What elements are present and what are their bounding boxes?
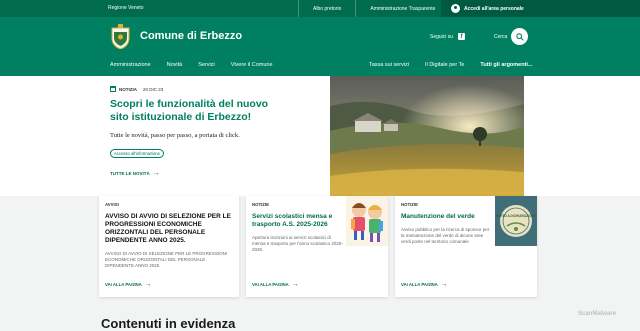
card-category: NOTIZIE (252, 202, 269, 207)
news-cards: AVVISI AVVISO DI AVVIO DI SELEZIONE PER … (0, 196, 640, 306)
featured-section-title: Contenuti in evidenza (101, 316, 236, 331)
hero-news: NOTIZIA 20 DIC 23 Scopri le funzionalità… (0, 76, 640, 196)
login-button[interactable]: Accedi all'area personale (441, 0, 640, 17)
card-link-label: VAI ALLA PAGINA (401, 282, 438, 287)
nav-servizi[interactable]: Servizi (198, 62, 215, 68)
card-category: AVVISI (105, 202, 119, 207)
facebook-icon[interactable]: f (458, 33, 466, 40)
news-tag: NOTIZIA (119, 86, 137, 92)
green-maintenance-badge-image: INVITO A DICHIARAZIONE (495, 196, 537, 246)
arrow-right-icon: → (144, 280, 152, 288)
news-card[interactable]: AVVISI AVVISO DI AVVIO DI SELEZIONE PER … (99, 196, 239, 297)
user-icon (451, 4, 460, 13)
calendar-icon (110, 86, 116, 92)
all-news-link[interactable]: TUTTE LE NOVITÀ → (110, 169, 160, 177)
nav-amministrazione[interactable]: Amministrazione (110, 62, 151, 68)
site-header: Comune di Erbezzo Seguici su f Cerca Amm… (0, 17, 640, 76)
main-nav: Amministrazione Novità Servizi Vivere il… (110, 62, 289, 68)
region-link[interactable]: Regione Veneto (108, 5, 144, 11)
search-button[interactable] (511, 28, 528, 45)
amministrazione-trasparente-link[interactable]: Amministrazione Trasparente (355, 0, 449, 17)
school-kids-image (346, 196, 388, 246)
arrow-right-icon: → (440, 280, 448, 288)
social-follow: Seguici su f (430, 33, 466, 40)
all-news-label: TUTTE LE NOVITÀ (110, 171, 150, 176)
card-body: Avviso pubblico per la ricerca di sponso… (401, 227, 490, 244)
news-card[interactable]: NOTIZIE Servizi scolastici mensa e trasp… (246, 196, 388, 297)
search-icon (515, 32, 524, 41)
card-body: Apertura iscrizioni ai servizi scolastic… (252, 235, 343, 252)
card-link-label: VAI ALLA PAGINA (252, 282, 289, 287)
news-card[interactable]: NOTIZIE Manutenzione del verde Avviso pu… (395, 196, 537, 297)
card-body: AVVISO DI AVVIO DI SELEZIONE PER LE PROG… (105, 251, 228, 268)
news-meta: NOTIZIA 20 DIC 23 (110, 86, 163, 92)
badge-text: INVITO A DICHIARAZIONE (496, 214, 536, 218)
nav-tutti-gli-argomenti[interactable]: Tutti gli argomenti... (480, 62, 532, 68)
card-title[interactable]: Manutenzione del verde (401, 213, 493, 221)
follow-label: Seguici su (430, 33, 454, 40)
search-label: Cerca (494, 34, 508, 40)
nav-novita[interactable]: Novità (167, 62, 183, 68)
card-title[interactable]: AVVISO DI AVVIO DI SELEZIONE PER LE PROG… (105, 213, 233, 245)
top-bar: Regione Veneto Albo pretorio Amministraz… (0, 0, 640, 17)
hero-landscape-image (330, 76, 524, 196)
nav-digitale-per-te[interactable]: Il Digitale per Te (425, 62, 464, 68)
card-link[interactable]: VAI ALLA PAGINA → (105, 280, 152, 288)
card-link[interactable]: VAI ALLA PAGINA → (252, 280, 299, 288)
site-title[interactable]: Comune di Erbezzo (140, 30, 242, 42)
arrow-right-icon: → (291, 280, 299, 288)
municipal-crest-icon[interactable] (110, 24, 131, 49)
login-label: Accedi all'area personale (464, 5, 524, 12)
top-links: Albo pretorio Amministrazione Trasparent… (298, 0, 449, 17)
card-link[interactable]: VAI ALLA PAGINA → (401, 280, 448, 288)
albo-pretorio-link[interactable]: Albo pretorio (298, 0, 355, 17)
hero-description: Tutte le novità, passo per passo, a port… (110, 132, 240, 139)
news-date: 20 DIC 23 (143, 86, 164, 92)
hero-title[interactable]: Scopri le funzionalità del nuovo sito is… (110, 98, 270, 124)
secondary-nav: Tassa sui servizi Il Digitale per Te Tut… (369, 62, 549, 68)
card-title[interactable]: Servizi scolastici mensa e trasporto A.S… (252, 213, 344, 229)
nav-tassa-sui-servizi[interactable]: Tassa sui servizi (369, 62, 409, 68)
topic-pill[interactable]: Accesso all'informazione (110, 149, 164, 158)
watermark-logo: ScanMalware (578, 311, 617, 317)
arrow-right-icon: → (152, 169, 160, 177)
nav-vivere-il-comune[interactable]: Vivere il Comune (231, 62, 273, 68)
card-link-label: VAI ALLA PAGINA (105, 282, 142, 287)
card-category: NOTIZIE (401, 202, 418, 207)
